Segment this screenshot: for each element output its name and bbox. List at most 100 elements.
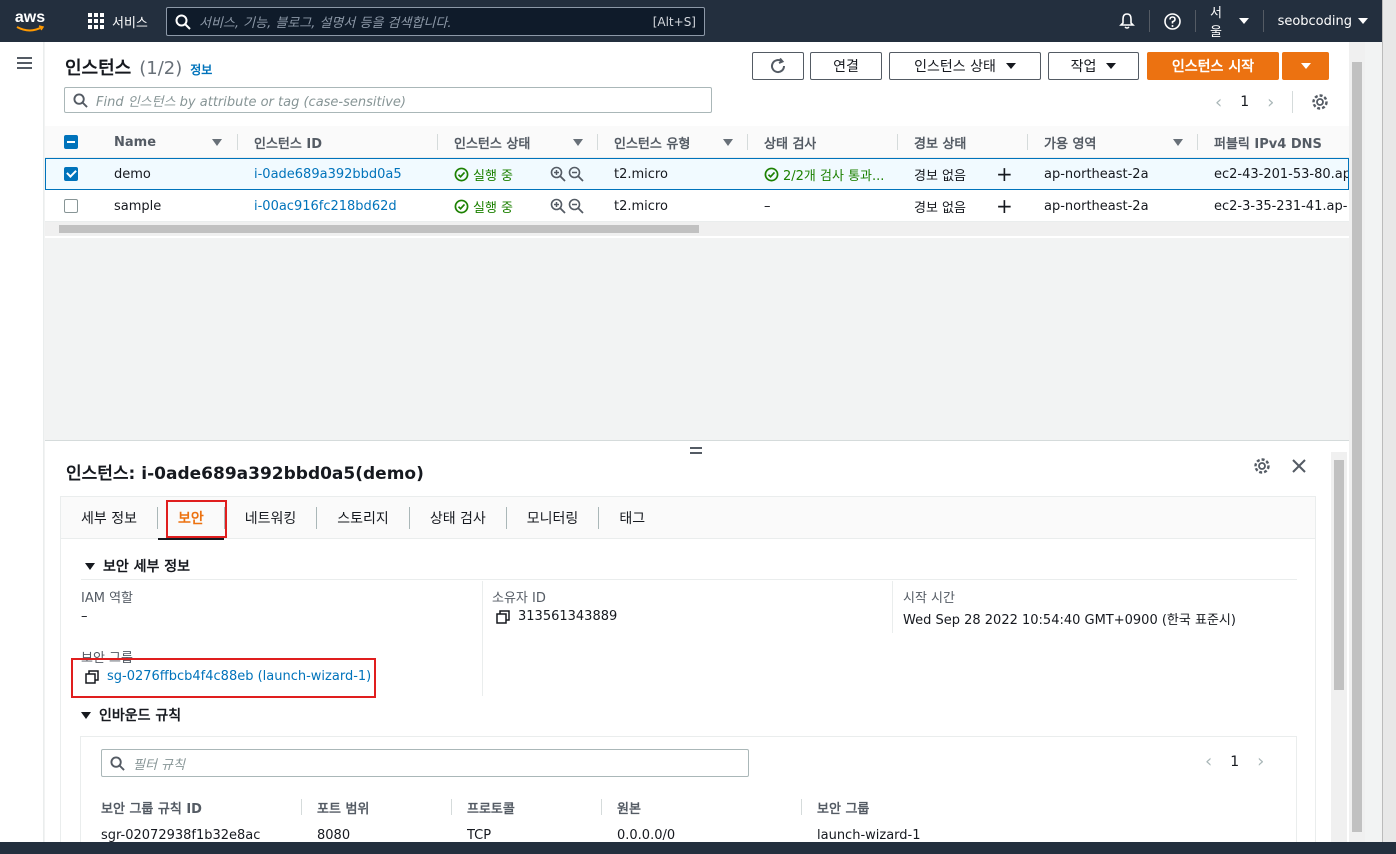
chevron-right-icon[interactable]: ›: [1257, 751, 1264, 772]
owner-id-value: 313561343889: [496, 609, 617, 624]
col-name[interactable]: Name: [114, 126, 156, 158]
info-link[interactable]: 정보: [190, 61, 212, 78]
col-security-group[interactable]: 보안 그룹: [817, 791, 869, 823]
col-protocol[interactable]: 프로토콜: [467, 791, 515, 823]
refresh-button[interactable]: [752, 52, 804, 80]
instances-pagination: ‹ 1 ›: [1215, 91, 1329, 113]
page-title: 인스턴스 (1/2) 정보: [65, 54, 212, 80]
find-instances-input[interactable]: Find 인스턴스 by attribute or tag (case-sens…: [64, 87, 712, 113]
col-instance-type[interactable]: 인스턴스 유형: [614, 126, 690, 158]
add-alarm-icon[interactable]: +: [996, 190, 1013, 222]
caret-down-icon: [1005, 63, 1016, 69]
refresh-icon: [771, 57, 786, 74]
col-status-check[interactable]: 상태 검사: [764, 126, 816, 158]
instance-name: demo: [114, 166, 151, 182]
add-alarm-icon[interactable]: +: [996, 158, 1013, 190]
search-placeholder: 서비스, 기능, 블로그, 설명서 등을 검색합니다.: [199, 16, 452, 31]
aws-logo[interactable]: aws: [0, 0, 60, 42]
copy-icon[interactable]: [496, 609, 510, 624]
menu-icon[interactable]: [17, 57, 32, 72]
status-check-text: 2/2개 검사 통과...: [783, 168, 885, 184]
instance-id-link[interactable]: i-00ac916fc218bd62d: [254, 190, 397, 222]
public-dns: ec2-3-35-231-41.ap-: [1214, 198, 1348, 214]
tab-details[interactable]: 세부 정보: [61, 497, 157, 539]
aws-logo-text: aws: [14, 8, 46, 26]
owner-id-text: 313561343889: [518, 609, 618, 624]
horizontal-scrollbar[interactable]: [45, 222, 1349, 236]
instance-state-button[interactable]: 인스턴스 상태: [889, 52, 1041, 80]
detail-title: 인스턴스: i-0ade689a392bbd0a5(demo): [66, 464, 424, 484]
col-instance-state[interactable]: 인스턴스 상태: [454, 126, 530, 158]
chevron-left-icon[interactable]: ‹: [1205, 751, 1212, 772]
settings-gear-icon[interactable]: [1253, 457, 1271, 475]
inbound-rules-toggle[interactable]: 인바운드 규칙: [81, 705, 181, 725]
filter-rules-input[interactable]: 필터 규칙: [101, 749, 749, 777]
actions-button[interactable]: 작업: [1048, 52, 1139, 80]
check-circle-icon: [454, 167, 469, 181]
tab-storage[interactable]: 스토리지: [317, 497, 409, 539]
status-check-badge: 2/2개 검사 통과...: [764, 158, 902, 190]
inbound-rules-table: 필터 규칙 ‹ 1 › 보안 그룹 규칙 ID 포트 범위 프로토콜 원본 보안…: [80, 736, 1297, 846]
zoom-out-icon[interactable]: [568, 198, 584, 214]
launch-dropdown-button[interactable]: [1282, 52, 1329, 80]
help-button[interactable]: [1150, 12, 1195, 30]
instance-id-link[interactable]: i-0ade689a392bbd0a5: [254, 158, 402, 190]
col-alarm-status[interactable]: 경보 상태: [914, 126, 966, 158]
zoom-out-icon[interactable]: [568, 166, 584, 182]
row-checkbox[interactable]: [64, 158, 78, 190]
tab-tags[interactable]: 태그: [599, 497, 665, 539]
col-port-range[interactable]: 포트 범위: [317, 791, 369, 823]
sort-icon[interactable]: [1173, 126, 1183, 158]
highlight-box: [71, 658, 376, 698]
row-checkbox[interactable]: [64, 190, 78, 222]
inbound-rules-heading: 인바운드 규칙: [99, 708, 182, 724]
settings-gear-icon[interactable]: [1311, 93, 1329, 111]
chevron-right-icon[interactable]: ›: [1267, 92, 1274, 113]
col-availability-zone[interactable]: 가용 영역: [1044, 126, 1096, 158]
col-public-dns[interactable]: 퍼블릭 IPv4 DNS: [1214, 126, 1322, 158]
alarm-status: 경보 없음: [914, 168, 966, 184]
security-details-heading: 보안 세부 정보: [103, 559, 191, 575]
sort-icon[interactable]: [573, 126, 583, 158]
detail-vertical-scrollbar[interactable]: [1331, 452, 1347, 842]
account-menu[interactable]: seobcoding: [1264, 14, 1382, 29]
chevron-down-icon: [1358, 18, 1368, 24]
page-vertical-scrollbar[interactable]: [1349, 42, 1365, 842]
instances-table: Name 인스턴스 ID 인스턴스 상태 인스턴스 유형 상태 검사 경보 상태…: [45, 126, 1349, 222]
notifications-button[interactable]: [1105, 13, 1149, 29]
left-rail: [0, 42, 44, 842]
sort-icon[interactable]: [723, 126, 733, 158]
region-selector[interactable]: 서울: [1196, 2, 1263, 40]
resize-handle-icon[interactable]: [690, 447, 702, 457]
iam-role-label: IAM 역할: [81, 591, 133, 606]
col-source[interactable]: 원본: [617, 791, 641, 823]
availability-zone: ap-northeast-2a: [1044, 198, 1149, 214]
global-search-input[interactable]: 서비스, 기능, 블로그, 설명서 등을 검색합니다. [Alt+S]: [166, 7, 705, 36]
chevron-left-icon[interactable]: ‹: [1215, 92, 1222, 113]
col-rule-id[interactable]: 보안 그룹 규칙 ID: [101, 791, 202, 823]
table-row[interactable]: demo i-0ade689a392bbd0a5 실행 중 t2.micro 2…: [45, 158, 1349, 190]
security-details-toggle[interactable]: 보안 세부 정보: [85, 556, 190, 576]
zoom-in-icon[interactable]: [550, 166, 566, 182]
check-circle-icon: [764, 167, 779, 181]
tab-bar: 세부 정보 보안 네트워킹 스토리지 상태 검사 모니터링 태그: [61, 497, 1315, 540]
connect-button[interactable]: 연결: [810, 52, 882, 80]
page-number[interactable]: 1: [1240, 94, 1249, 110]
tab-status-checks[interactable]: 상태 검사: [410, 497, 506, 539]
col-instance-id[interactable]: 인스턴스 ID: [254, 126, 322, 158]
chevron-down-icon: [1238, 18, 1249, 24]
table-row[interactable]: sample i-00ac916fc218bd62d 실행 중 t2.micro…: [45, 190, 1349, 222]
zoom-in-icon[interactable]: [550, 198, 566, 214]
select-all-checkbox[interactable]: [64, 126, 78, 158]
public-dns: ec2-43-201-53-80.ap-: [1214, 166, 1348, 182]
tab-monitoring[interactable]: 모니터링: [507, 497, 599, 539]
services-menu[interactable]: 서비스: [88, 12, 148, 31]
launch-instance-button[interactable]: 인스턴스 시작: [1147, 52, 1279, 80]
window-edge: [1382, 0, 1396, 854]
services-label: 서비스: [112, 15, 148, 31]
zoom-controls: [550, 190, 584, 222]
tab-networking[interactable]: 네트워킹: [225, 497, 317, 539]
page-number[interactable]: 1: [1230, 754, 1239, 770]
sort-icon[interactable]: [212, 126, 222, 158]
close-icon[interactable]: [1291, 458, 1307, 474]
